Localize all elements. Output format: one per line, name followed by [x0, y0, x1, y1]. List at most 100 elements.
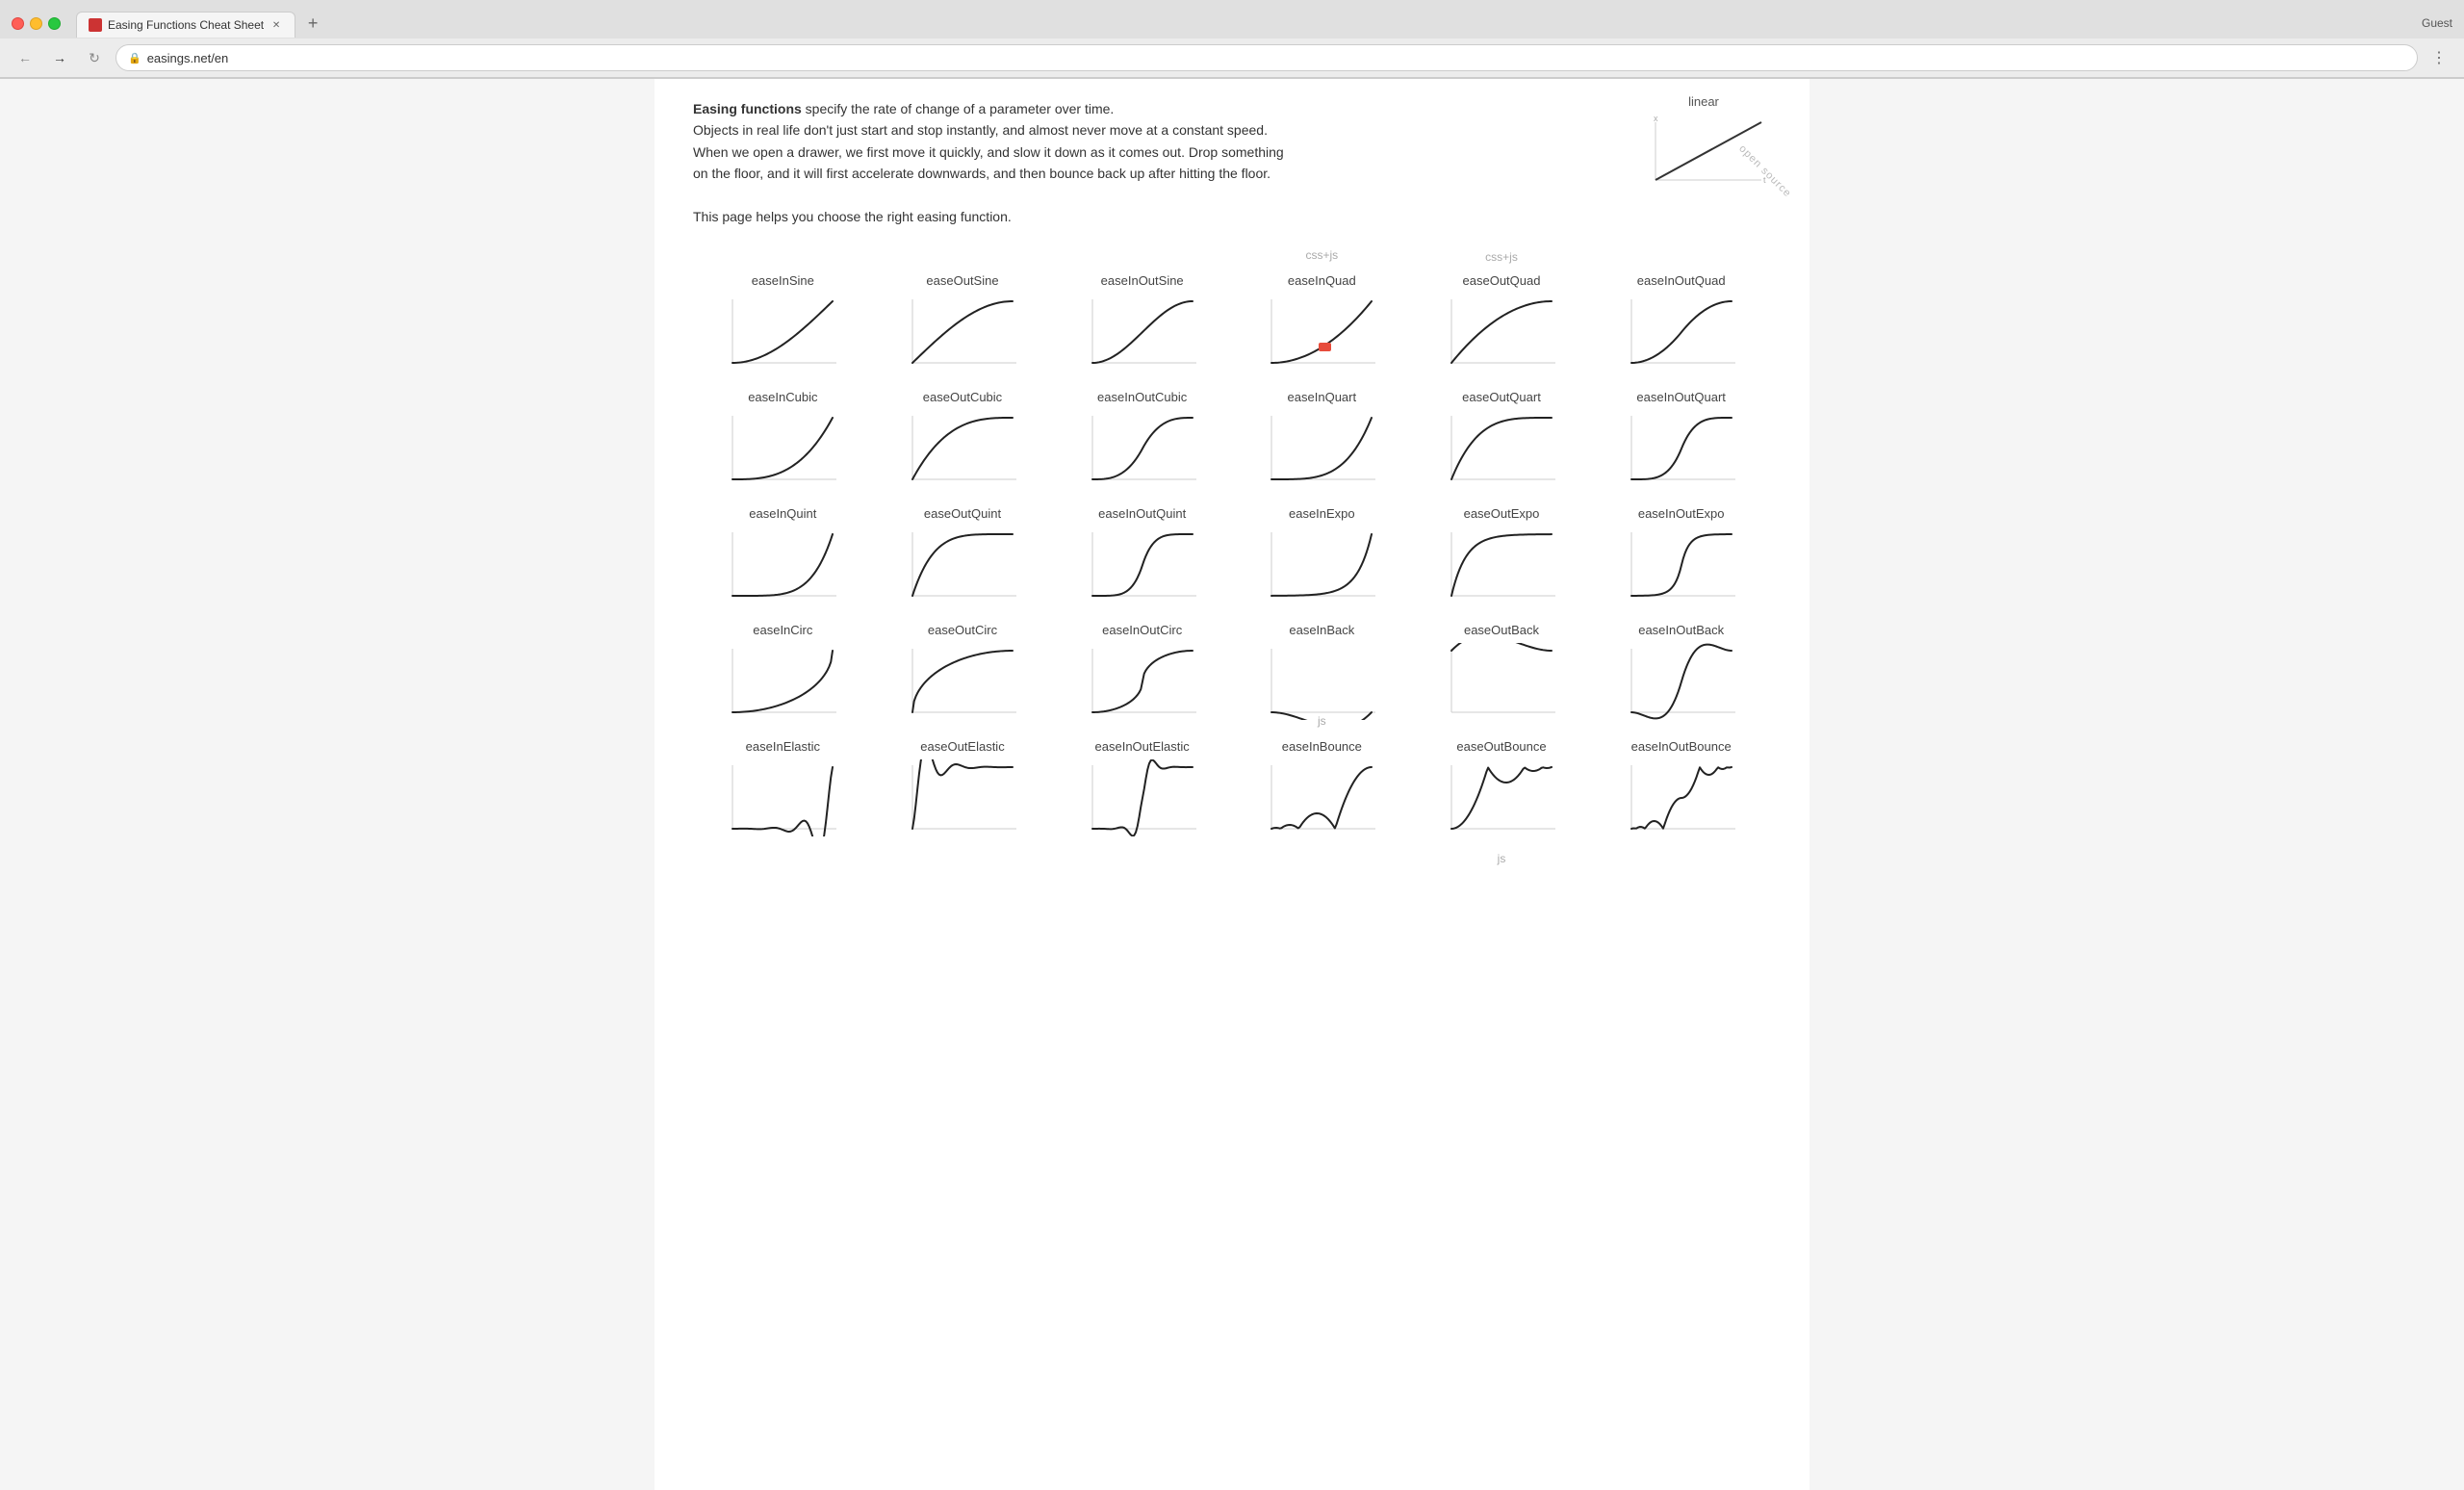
active-tab[interactable]: Easing Functions Cheat Sheet ✕	[76, 12, 295, 38]
easing-name-easeoutquart: easeOutQuart	[1462, 390, 1541, 404]
easing-name-easeinoutcubic: easeInOutCubic	[1097, 390, 1187, 404]
easeInBack-svg	[1254, 643, 1389, 720]
intro-section: Easing functions specify the rate of cha…	[693, 98, 1444, 227]
easing-cell-easeinoutbounce[interactable]: easeInOutBounce	[1591, 732, 1771, 848]
page-content: Easing functions specify the rate of cha…	[654, 79, 1810, 1490]
easing-name-easeoutcubic: easeOutCubic	[923, 390, 1002, 404]
easing-name-easeoutsine: easeOutSine	[926, 273, 998, 288]
easing-cell-easeinquad[interactable]: easeInQuadcss+js	[1232, 266, 1412, 382]
easing-name-easeoutelastic: easeOutElastic	[920, 739, 1004, 754]
easing-name-easeinoutsine: easeInOutSine	[1101, 273, 1184, 288]
easing-cell-easeoutback[interactable]: easeOutBack	[1412, 615, 1592, 732]
easeInOutQuart-svg	[1614, 410, 1749, 487]
easeOutSine-svg	[895, 294, 1030, 371]
easing-name-easeoutbounce: easeOutBounce	[1456, 739, 1546, 754]
easing-cell-easeinquint[interactable]: easeInQuint	[693, 499, 873, 615]
tab-bar: Easing Functions Cheat Sheet ✕ +	[76, 10, 326, 37]
easeOutQuad-svg	[1434, 294, 1569, 371]
js-label: js	[1498, 852, 1506, 865]
easing-name-easeinoutbounce: easeInOutBounce	[1631, 739, 1732, 754]
minimize-button[interactable]	[30, 17, 42, 30]
easing-cell-easeoutquint[interactable]: easeOutQuint	[873, 499, 1053, 615]
tab-favicon	[89, 18, 102, 32]
easing-cell-easeinoutsine[interactable]: easeInOutSine	[1052, 266, 1232, 382]
easing-cell-easeinquart[interactable]: easeInQuart	[1232, 382, 1412, 499]
easing-name-easeinoutback: easeInOutBack	[1638, 623, 1724, 637]
easeOutBounce-svg	[1434, 759, 1569, 836]
easing-cell-easeoutcirc[interactable]: easeOutCirc	[873, 615, 1053, 732]
easeOutBack-svg	[1434, 643, 1569, 720]
intro-p4: on the floor, and it will first accelera…	[693, 163, 1444, 184]
easing-name-easeinquad: easeInQuad	[1288, 273, 1356, 288]
intro-p3: When we open a drawer, we first move it …	[693, 141, 1444, 163]
intro-text: specify the rate of change of a paramete…	[802, 101, 1115, 116]
easeInQuart-svg	[1254, 410, 1389, 487]
easing-cell-easeoutcubic[interactable]: easeOutCubic	[873, 382, 1053, 499]
easing-name-easeinback: easeInBack	[1289, 623, 1354, 637]
easing-cell-easeinoutquad[interactable]: easeInOutQuad	[1591, 266, 1771, 382]
tab-title: Easing Functions Cheat Sheet	[108, 18, 264, 32]
easing-cell-easeinoutcirc[interactable]: easeInOutCirc	[1052, 615, 1232, 732]
easing-cell-easeoutelastic[interactable]: easeOutElastic	[873, 732, 1053, 848]
new-tab-button[interactable]: +	[299, 10, 326, 37]
easeInBounce-svg	[1254, 759, 1389, 836]
easing-name-easeinoutexpo: easeInOutExpo	[1638, 506, 1725, 521]
easing-cell-easeinexpo[interactable]: easeInExpo	[1232, 499, 1412, 615]
easing-cell-easeinelastic[interactable]: easeInElastic	[693, 732, 873, 848]
linear-graph: x t	[1636, 113, 1771, 190]
easing-name-easeinquart: easeInQuart	[1288, 390, 1357, 404]
easing-cell-easeincubic[interactable]: easeInCubic	[693, 382, 873, 499]
back-button[interactable]: ←	[12, 44, 38, 71]
easing-name-easeoutquint: easeOutQuint	[924, 506, 1001, 521]
easing-cell-easeoutquart[interactable]: easeOutQuart	[1412, 382, 1592, 499]
easeOutQuint-svg	[895, 527, 1030, 604]
refresh-button[interactable]: ↻	[81, 44, 108, 71]
easeInOutQuad-svg	[1614, 294, 1749, 371]
address-bar[interactable]: 🔒 easings.net/en	[116, 44, 2418, 71]
easing-cell-easeinoutelastic[interactable]: easeInOutElastic	[1052, 732, 1232, 848]
easing-name-easeinoutquad: easeInOutQuad	[1637, 273, 1726, 288]
intro-bold: Easing functions	[693, 101, 802, 116]
easing-name-easeoutexpo: easeOutExpo	[1464, 506, 1540, 521]
tab-close-button[interactable]: ✕	[270, 18, 283, 32]
easeInExpo-svg	[1254, 527, 1389, 604]
guest-badge: Guest	[2422, 16, 2452, 30]
easing-cell-easeoutexpo[interactable]: easeOutExpo	[1412, 499, 1592, 615]
easeInOutQuint-svg	[1075, 527, 1210, 604]
css-js-label: css+js	[1485, 250, 1518, 264]
easing-cell-easeinoutexpo[interactable]: easeInOutExpo	[1591, 499, 1771, 615]
easing-cell-easeinoutquint[interactable]: easeInOutQuint	[1052, 499, 1232, 615]
easing-cell-easeinoutcubic[interactable]: easeInOutCubic	[1052, 382, 1232, 499]
easing-cell-easeoutsine[interactable]: easeOutSine	[873, 266, 1053, 382]
more-options-button[interactable]: ⋮	[2426, 44, 2452, 71]
css-js-row-label: css+js	[693, 250, 1771, 264]
maximize-button[interactable]	[48, 17, 61, 30]
easeInOutElastic-svg	[1075, 759, 1210, 836]
easing-cell-easeoutbounce[interactable]: easeOutBounce	[1412, 732, 1592, 848]
easeOutElastic-svg	[895, 759, 1030, 836]
easeOutCirc-svg	[895, 643, 1030, 720]
easing-cell-easeincirc[interactable]: easeInCirc	[693, 615, 873, 732]
easing-name-easeinoutquint: easeInOutQuint	[1098, 506, 1186, 521]
easeInCubic-svg	[715, 410, 850, 487]
easing-cell-easeinoutback[interactable]: easeInOutBack	[1591, 615, 1771, 732]
close-button[interactable]	[12, 17, 24, 30]
linear-label: linear	[1636, 94, 1771, 109]
svg-text:t: t	[1763, 175, 1766, 185]
easing-cell-easeinsine[interactable]: easeInSine	[693, 266, 873, 382]
easeInOutBounce-svg	[1614, 759, 1749, 836]
easing-name-easeinquint: easeInQuint	[749, 506, 816, 521]
easing-grid: easeInSine easeOutSine easeInOutSine easeIn…	[693, 266, 1771, 848]
easeInQuad-svg	[1254, 294, 1389, 371]
linear-preview[interactable]: linear x t	[1636, 94, 1771, 193]
easing-cell-easeinoutquart[interactable]: easeInOutQuart	[1591, 382, 1771, 499]
easeOutExpo-svg	[1434, 527, 1569, 604]
easing-cell-easeinbounce[interactable]: easeInBouncejs	[1232, 732, 1412, 848]
intro-p2: Objects in real life don't just start an…	[693, 119, 1444, 141]
easing-name-easeinoutquart: easeInOutQuart	[1636, 390, 1726, 404]
easeInCirc-svg	[715, 643, 850, 720]
easing-name-easeinexpo: easeInExpo	[1289, 506, 1355, 521]
animation-dot	[1319, 343, 1331, 351]
easing-cell-easeoutquad[interactable]: easeOutQuad	[1412, 266, 1592, 382]
forward-button[interactable]: →	[46, 44, 73, 71]
